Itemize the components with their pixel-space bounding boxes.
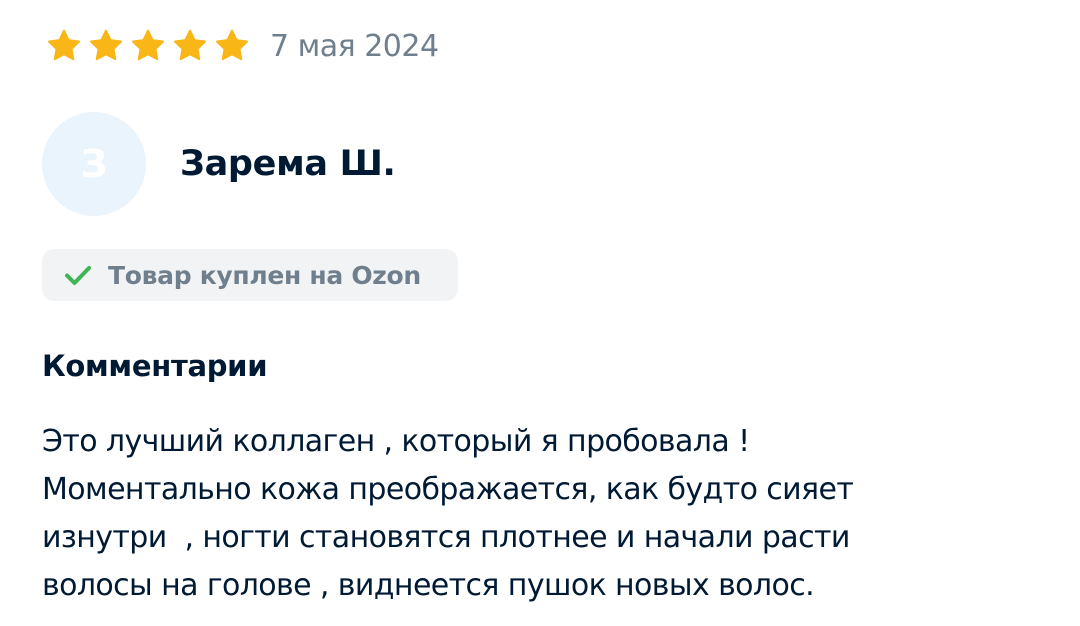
purchased-badge-label: Товар куплен на Ozon (108, 260, 421, 290)
author-row: З Зарема Ш. (42, 112, 396, 216)
rating-row: 7 мая 2024 (46, 28, 439, 64)
star-icon (48, 29, 80, 61)
comment-line: Моментально кожа преображается, как будт… (42, 472, 854, 507)
star-icon (216, 29, 248, 61)
author-name[interactable]: Зарема Ш. (180, 144, 396, 184)
comment-text: Это лучший коллаген , который я пробовал… (42, 418, 1042, 610)
check-icon (65, 266, 91, 285)
comment-line: изнутри , ногти становятся плотнее и нач… (42, 520, 850, 555)
review-card: 7 мая 2024 З Зарема Ш. Товар куплен на O… (0, 0, 1080, 626)
star-icon (90, 29, 122, 61)
avatar[interactable]: З (42, 112, 146, 216)
comment-section-title: Комментарии (42, 349, 268, 383)
review-date: 7 мая 2024 (270, 28, 439, 64)
star-icon (132, 29, 164, 61)
comment-line: волосы на голове , виднеется пушок новых… (42, 568, 815, 603)
comment-line: Это лучший коллаген , который я пробовал… (42, 424, 750, 459)
star-rating (46, 28, 250, 64)
purchased-badge: Товар куплен на Ozon (42, 249, 458, 301)
star-icon (174, 29, 206, 61)
